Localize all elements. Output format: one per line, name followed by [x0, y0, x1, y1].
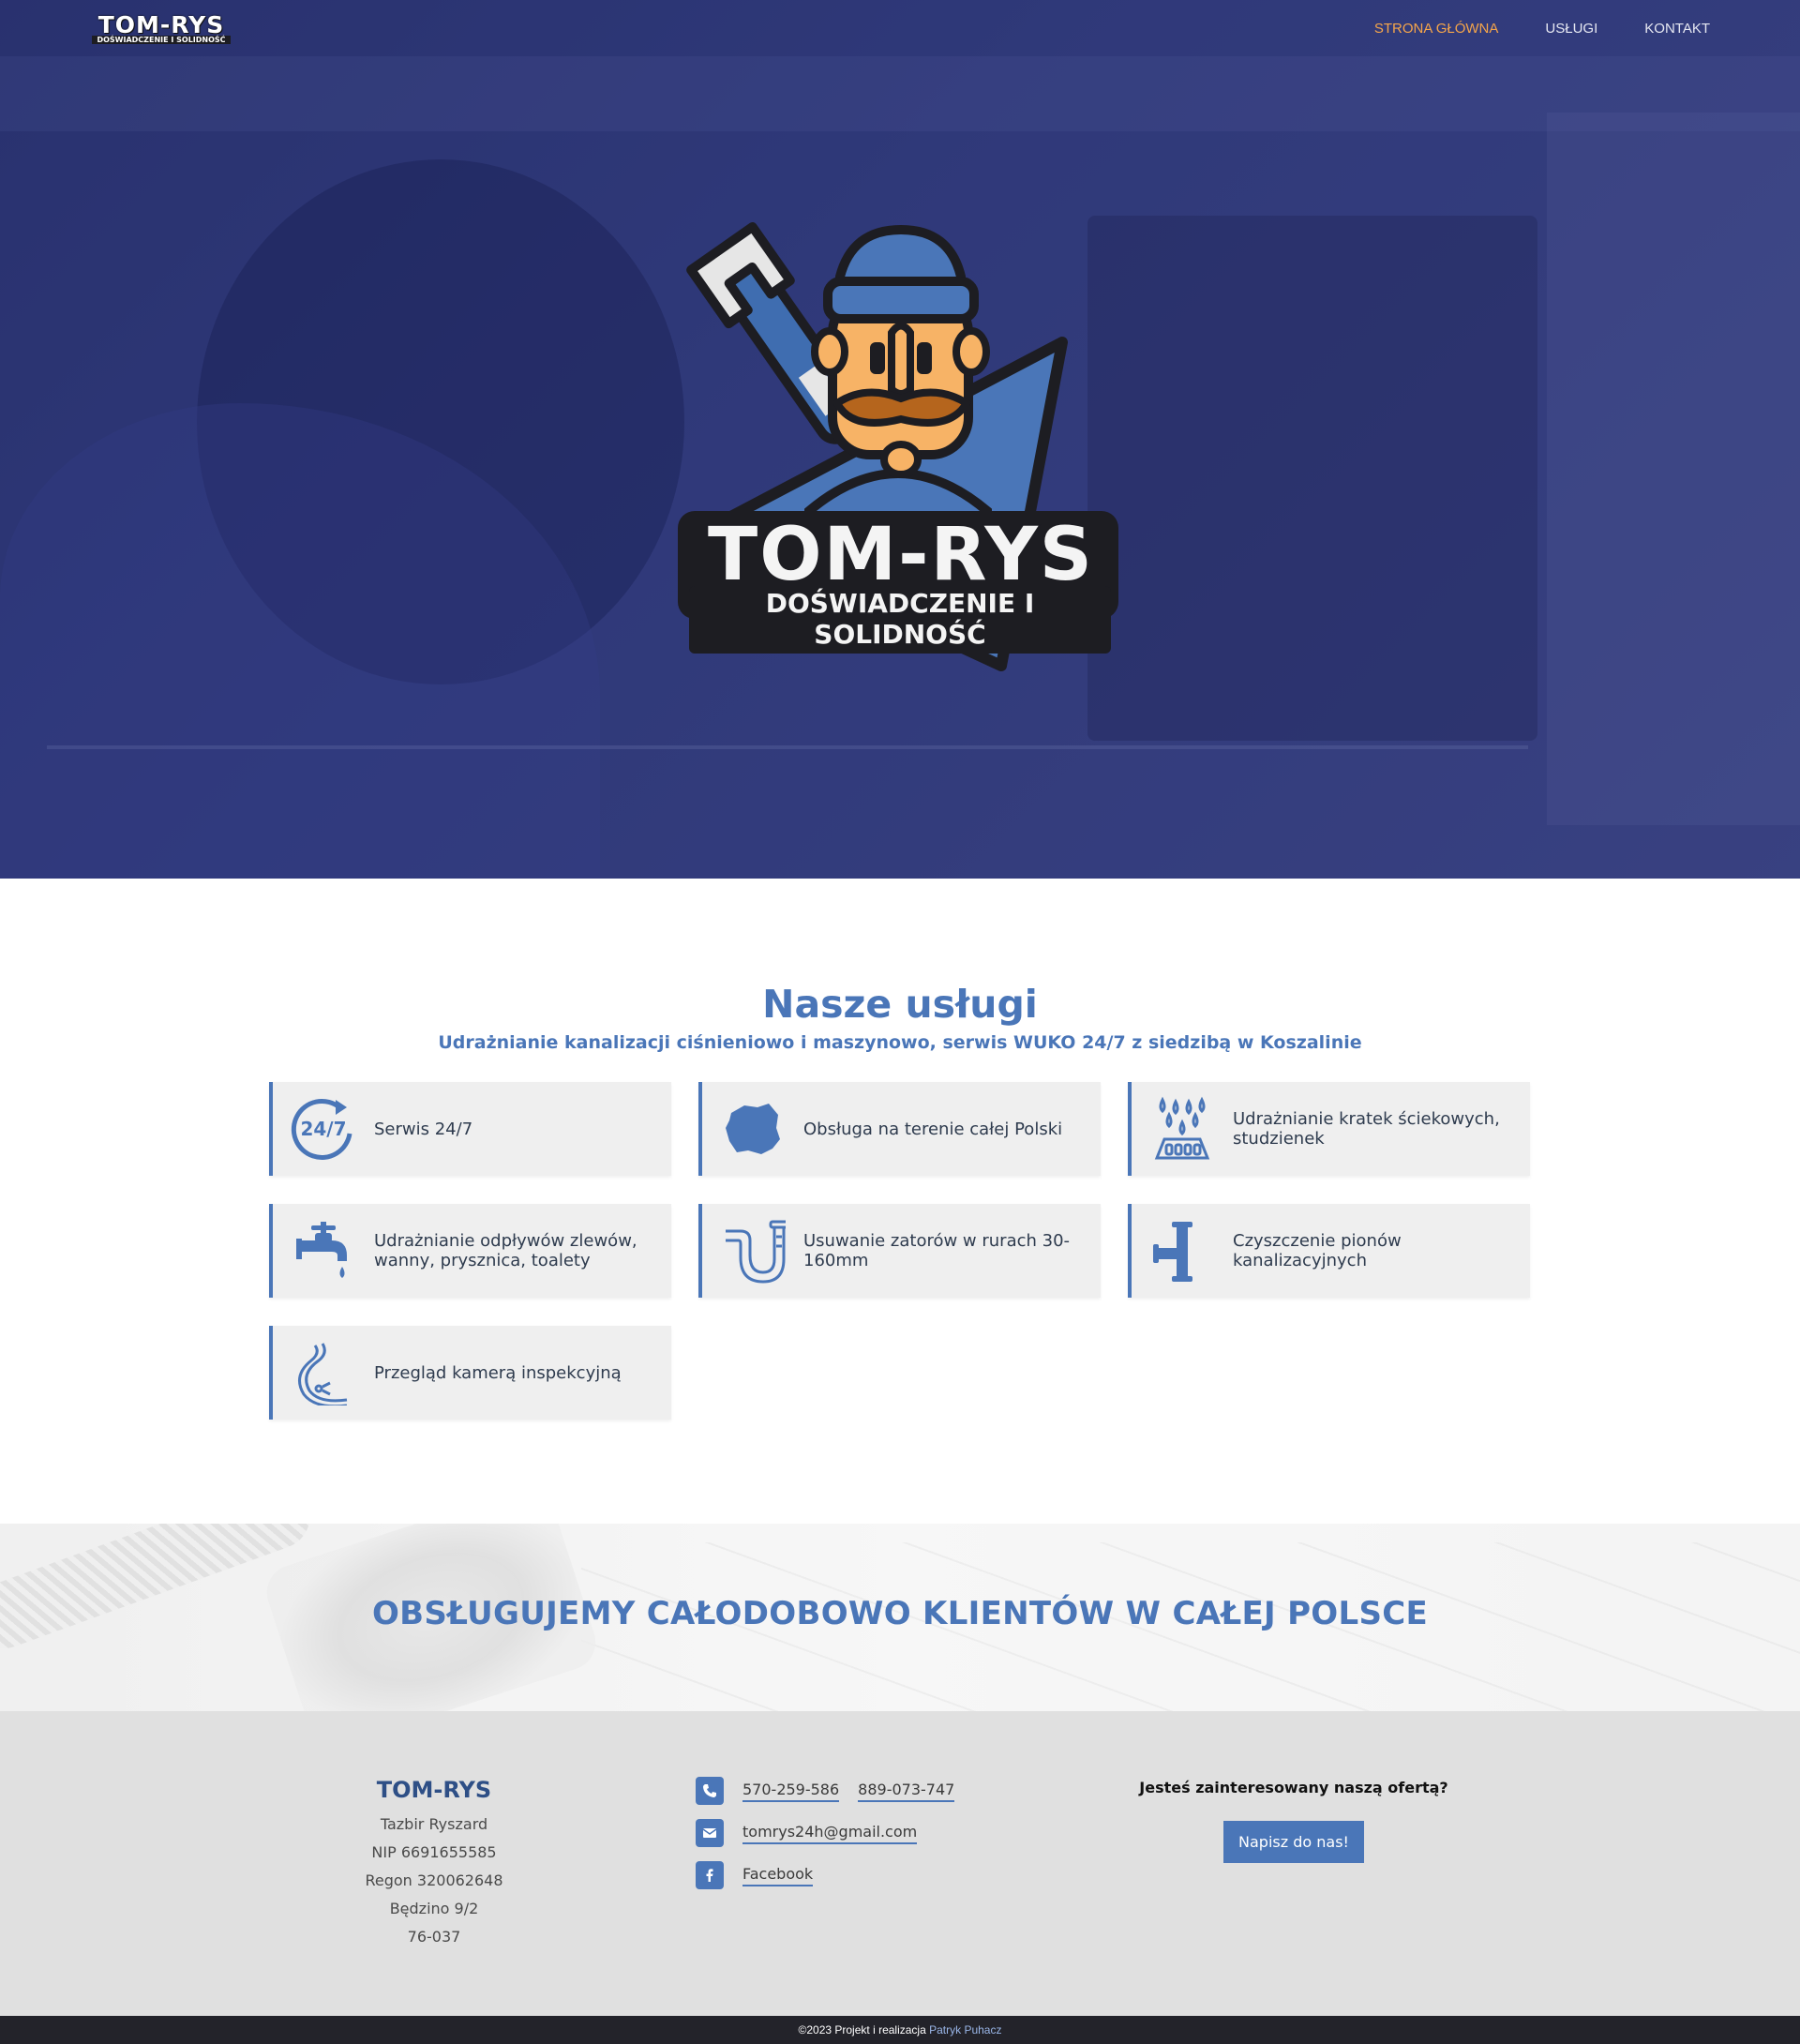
- banner-section: OBSŁUGUJEMY CAŁODOBOWO KLIENTÓW W CAŁEJ …: [0, 1524, 1800, 1711]
- contact-email-row: tomrys24h@gmail.com: [696, 1819, 1033, 1847]
- service-label: Czyszczenie pionów kanalizacyjnych: [1233, 1231, 1402, 1270]
- services-title: Nasze usługi: [762, 982, 1038, 1027]
- hero-logo-tagline: DOŚWIADCZENIE I SOLIDNOŚĆ: [689, 586, 1111, 654]
- phone-icon: [696, 1777, 724, 1805]
- services-section: Nasze usługi Udrażnianie kanalizacji ciś…: [0, 879, 1800, 1524]
- company-info: TOM-RYS Tazbir Ryszard NIP 6691655585 Re…: [340, 1777, 528, 1951]
- offer-question: Jesteś zainteresowany naszą ofertą?: [1139, 1779, 1448, 1796]
- pipe-trap-icon: [720, 1218, 786, 1284]
- contact-facebook-row: Facebook: [696, 1861, 1033, 1889]
- author-link[interactable]: Patryk Puhacz: [929, 2023, 1001, 2036]
- svg-text:24/7: 24/7: [300, 1118, 346, 1140]
- service-card-drains: Udrażnianie kratek ściekowych, studziene…: [1128, 1082, 1530, 1176]
- footer: TOM-RYS Tazbir Ryszard NIP 6691655585 Re…: [0, 1711, 1800, 2016]
- service-card-camera: Przegląd kamerą inspekcyjną: [269, 1326, 671, 1420]
- navbar: TOM-RYS DOŚWIADCZENIE I SOLIDNOŚĆ STRONA…: [0, 0, 1800, 62]
- nav-links: STRONA GŁÓWNA USŁUGI KONTAKT: [1374, 21, 1710, 37]
- service-label: Udrażnianie kratek ściekowych, studziene…: [1233, 1109, 1500, 1149]
- facebook-link[interactable]: Facebook: [742, 1865, 814, 1886]
- inspection-camera-icon: [291, 1340, 356, 1405]
- nav-link-home[interactable]: STRONA GŁÓWNA: [1374, 21, 1499, 37]
- phone-link-1[interactable]: 570-259-586: [742, 1781, 840, 1802]
- contact-us-button[interactable]: Napisz do nas!: [1223, 1821, 1364, 1863]
- clock-24-7-icon: 24/7: [291, 1096, 356, 1162]
- services-grid: 24/7 Serwis 24/7 Obsługa na terenie całe…: [269, 1082, 1530, 1420]
- offer-cta: Jesteś zainteresowany naszą ofertą? Napi…: [1134, 1779, 1453, 1863]
- company-postal-code: 76-037: [407, 1928, 461, 1946]
- hero-section: TOM-RYS DOŚWIADCZENIE I SOLIDNOŚĆ STRONA…: [0, 0, 1800, 879]
- contact-info: 570-259-586 889-073-747 tomrys24h@gmail.…: [696, 1777, 1033, 1903]
- vertical-pipe-icon: [1149, 1218, 1215, 1284]
- phone-link-2[interactable]: 889-073-747: [858, 1781, 955, 1802]
- company-nip: NIP 6691655585: [371, 1843, 497, 1861]
- nav-link-services[interactable]: USŁUGI: [1545, 21, 1598, 37]
- service-label: Przegląd kamerą inspekcyjną: [374, 1362, 622, 1383]
- envelope-icon: [696, 1819, 724, 1847]
- company-regon: Regon 320062648: [365, 1871, 503, 1889]
- nav-link-contact[interactable]: KONTAKT: [1644, 21, 1710, 37]
- services-subtitle: Udrażnianie kanalizacji ciśnieniowo i ma…: [438, 1032, 1362, 1053]
- service-card-24-7: 24/7 Serwis 24/7: [269, 1082, 671, 1176]
- service-label: Serwis 24/7: [374, 1119, 473, 1139]
- service-card-risers: Czyszczenie pionów kanalizacyjnych: [1128, 1204, 1530, 1298]
- company-address: Będzino 9/2: [389, 1900, 479, 1917]
- company-name: TOM-RYS: [376, 1777, 492, 1803]
- facebook-icon: [696, 1861, 724, 1889]
- faucet-icon: [291, 1218, 356, 1284]
- service-card-sinks: Udrażnianie odpływów zlewów, wanny, prys…: [269, 1204, 671, 1298]
- contact-phone-row: 570-259-586 889-073-747: [696, 1777, 1033, 1805]
- copyright-bar: ©2023 Projekt i realizacja Patryk Puhacz: [0, 2016, 1800, 2044]
- nav-logo[interactable]: TOM-RYS DOŚWIADCZENIE I SOLIDNOŚĆ: [92, 11, 231, 47]
- banner-heading: OBSŁUGUJEMY CAŁODOBOWO KLIENTÓW W CAŁEJ …: [371, 1595, 1429, 1632]
- company-owner: Tazbir Ryszard: [380, 1815, 488, 1833]
- service-label: Obsługa na terenie całej Polski: [803, 1119, 1063, 1139]
- copyright-text: ©2023 Projekt i realizacja: [798, 2023, 926, 2036]
- service-card-poland: Obsługa na terenie całej Polski: [698, 1082, 1101, 1176]
- drain-grate-icon: [1149, 1096, 1215, 1162]
- poland-map-icon: [720, 1096, 786, 1162]
- hero-logo-title: TOM-RYS: [707, 512, 1094, 599]
- nav-logo-title: TOM-RYS: [98, 11, 225, 38]
- email-link[interactable]: tomrys24h@gmail.com: [742, 1823, 918, 1844]
- service-card-blockages: Usuwanie zatorów w rurach 30-160mm: [698, 1204, 1101, 1298]
- service-label: Usuwanie zatorów w rurach 30-160mm: [803, 1231, 1071, 1270]
- hero-logo: TOM-RYS DOŚWIADCZENIE I SOLIDNOŚĆ: [668, 202, 1128, 675]
- nav-logo-tagline: DOŚWIADCZENIE I SOLIDNOŚĆ: [92, 36, 231, 44]
- service-label: Udrażnianie odpływów zlewów, wanny, prys…: [374, 1231, 638, 1270]
